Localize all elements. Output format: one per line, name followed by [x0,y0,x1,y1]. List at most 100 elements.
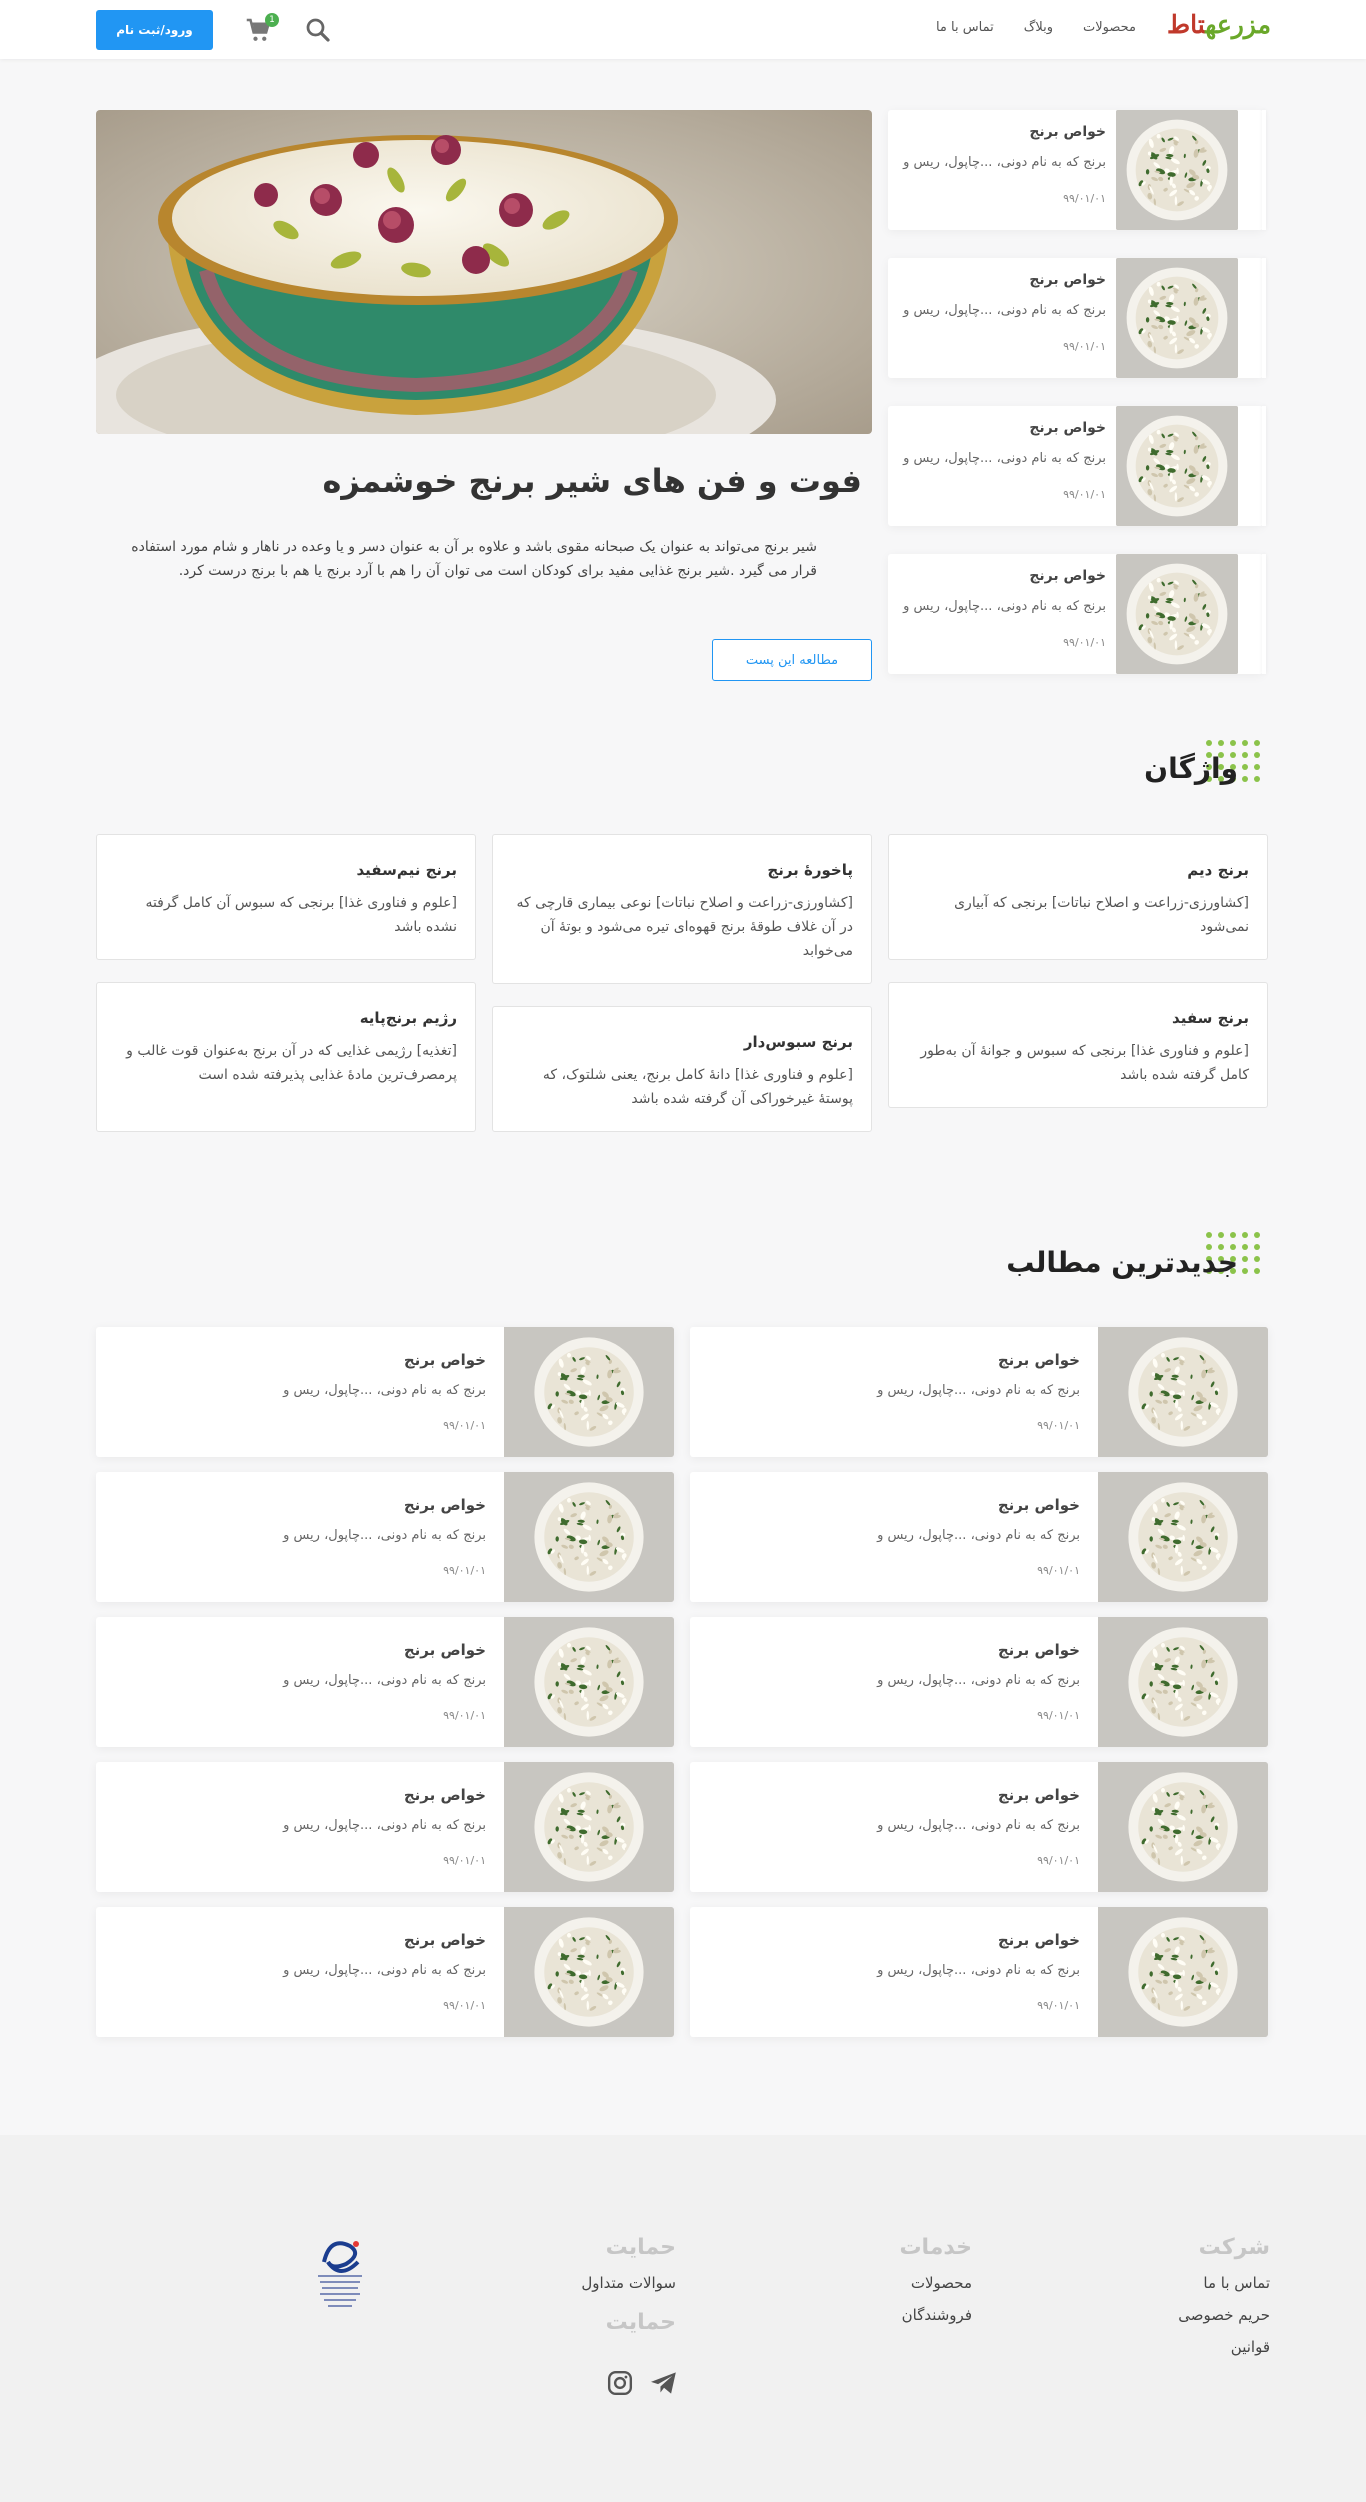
nav-contact[interactable]: تماس با ما [936,20,994,35]
footer-link-privacy[interactable]: حریم خصوصی [1178,2306,1270,2324]
post-thumbnail [1098,1762,1268,1892]
latest-post-card[interactable]: خواص برنج برنج که به نام دونی، ...چاپول، … [690,1762,1268,1892]
glossary-definition: [کشاورزی-زراعت و اصلاح نباتات] برنجی که … [954,895,1249,935]
hero-title[interactable]: فوت و فن های شیر برنج خوشمزه [323,462,862,500]
post-thumbnail [1116,110,1238,230]
nav-blog[interactable]: وبلاگ [1024,20,1053,35]
latest-post-card[interactable]: خواص برنج برنج که به نام دونی، ...چاپول، … [96,1472,674,1602]
footer-link-sellers[interactable]: فروشندگان [899,2306,972,2324]
footer-heading: شرکت [1198,2235,1270,2260]
glossary-definition: [علوم و فناوری غذا] برنجی که سبوس و جوان… [920,1043,1249,1083]
latest-post-card[interactable]: خواص برنج برنج که به نام دونی، ...چاپول، … [96,1907,674,2037]
glossary-definition: [علوم و فناوری غذا] دانهٔ کامل برنج، یعن… [542,1067,853,1107]
side-post-card[interactable]: خواص برنج برنج که به نام دونی، ...چاپول،… [888,110,1263,230]
side-post-card[interactable]: خواص برنج برنج که به نام دونی، ...چاپول،… [888,554,1263,674]
read-post-button[interactable]: مطالعه این پست [712,639,872,681]
latest-post-card[interactable]: خواص برنج برنج که به نام دونی، ...چاپول، … [96,1762,674,1892]
post-thumbnail [504,1907,674,2037]
instagram-icon[interactable] [607,2370,633,2400]
latest-post-card[interactable]: خواص برنج برنج که به نام دونی، ...چاپول، … [690,1617,1268,1747]
post-date: ۹۹/۰۱/۰۱ [443,1564,486,1577]
post-title[interactable]: خواص برنج [998,1641,1080,1659]
footer-heading: حمایت [605,2235,676,2260]
side-post-card[interactable]: خواص برنج برنج که به نام دونی، ...چاپول،… [888,406,1263,526]
post-date: ۹۹/۰۱/۰۱ [443,1999,486,2012]
post-title[interactable]: خواص برنج [1029,272,1106,288]
carousel-edge [1262,110,1266,230]
glossary-term: برنج سفید [1172,1009,1249,1027]
post-title[interactable]: خواص برنج [1029,420,1106,436]
nav-products[interactable]: محصولات [1083,20,1136,35]
post-title[interactable]: خواص برنج [1029,124,1106,140]
post-thumbnail [504,1327,674,1457]
glossary-definition: [تغذیه] رژیمی غذایی که در آن برنج به‌عنو… [126,1043,457,1083]
post-excerpt: برنج که به نام دونی، ...چاپول، ریس و [877,1673,1080,1688]
post-excerpt: برنج که به نام دونی، ...چاپول، ریس و [903,599,1106,614]
latest-post-card[interactable]: خواص برنج برنج که به نام دونی، ...چاپول، … [96,1617,674,1747]
post-date: ۹۹/۰۱/۰۱ [1063,192,1106,205]
post-title[interactable]: خواص برنج [404,1931,486,1949]
post-date: ۹۹/۰۱/۰۱ [1037,1709,1080,1722]
footer-services-column: خدمات محصولات فروشندگان [899,2235,972,2338]
latest-post-card[interactable]: خواص برنج برنج که به نام دونی، ...چاپول، … [690,1327,1268,1457]
post-title[interactable]: خواص برنج [1029,568,1106,584]
post-title[interactable]: خواص برنج [998,1351,1080,1369]
post-excerpt: برنج که به نام دونی، ...چاپول، ریس و [877,1818,1080,1833]
site-header: مزرعهتاط محصولات وبلاگ تماس با ما 1 ورود… [0,0,1366,59]
cart-button[interactable]: 1 [243,13,279,45]
post-thumbnail [1116,258,1238,378]
post-title[interactable]: خواص برنج [404,1641,486,1659]
social-icons [607,2370,679,2400]
glossary-card: برنج سبوس‌دار [علوم و فناوری غذا] دانهٔ … [492,1006,872,1132]
post-excerpt: برنج که به نام دونی، ...چاپول، ریس و [877,1383,1080,1398]
post-date: ۹۹/۰۱/۰۱ [1037,1854,1080,1867]
logo-text: مزرعه [1205,10,1272,39]
post-date: ۹۹/۰۱/۰۱ [1037,1999,1080,2012]
telegram-icon[interactable] [649,2370,679,2400]
post-date: ۹۹/۰۱/۰۱ [1063,340,1106,353]
post-thumbnail [504,1762,674,1892]
glossary-card: برنج سفید [علوم و فناوری غذا] برنجی که س… [888,982,1268,1108]
hero-description: شیر برنج می‌تواند به عنوان یک صبحانه مقو… [131,539,817,579]
enamad-trust-badge-logo[interactable] [310,2232,370,2316]
glossary-term: رژیم برنج‌پایه [359,1009,457,1027]
post-title[interactable]: خواص برنج [998,1931,1080,1949]
latest-post-card[interactable]: خواص برنج برنج که به نام دونی، ...چاپول، … [96,1327,674,1457]
hero-image[interactable] [96,110,872,434]
glossary-term: پاخورهٔ برنج [767,861,853,879]
cart-count-badge: 1 [265,13,279,27]
header-actions: 1 ورود/ثبت نام [96,10,333,50]
post-title[interactable]: خواص برنج [404,1496,486,1514]
post-title[interactable]: خواص برنج [404,1351,486,1369]
footer-link-products[interactable]: محصولات [899,2274,972,2292]
post-excerpt: برنج که به نام دونی، ...چاپول، ریس و [283,1528,486,1543]
site-footer [0,2135,1366,2502]
footer-link-contact[interactable]: تماس با ما [1178,2274,1270,2292]
site-logo[interactable]: مزرعهتاط [1167,10,1272,39]
post-date: ۹۹/۰۱/۰۱ [1063,636,1106,649]
post-title[interactable]: خواص برنج [404,1786,486,1804]
post-title[interactable]: خواص برنج [998,1786,1080,1804]
carousel-edge [1262,406,1266,526]
glossary-definition: [علوم و فناوری غذا] برنجی که سبوس آن کام… [145,895,457,935]
latest-post-card[interactable]: خواص برنج برنج که به نام دونی، ...چاپول، … [690,1907,1268,2037]
glossary-definition: [کشاورزی-زراعت و اصلاح نباتات] نوعی بیما… [516,895,853,959]
glossary-term: برنج نیم‌سفید [356,861,457,879]
login-register-button[interactable]: ورود/ثبت نام [96,10,213,50]
footer-link-faq[interactable]: سوالات متداول [581,2274,676,2292]
footer-link-rules[interactable]: قوانین [1178,2338,1270,2356]
glossary-term: برنج سبوس‌دار [743,1033,853,1051]
glossary-card: برنج نیم‌سفید [علوم و فناوری غذا] برنجی … [96,834,476,960]
footer-social-heading: حمایت [605,2310,676,2335]
post-thumbnail [1098,1907,1268,2037]
footer-company-column: شرکت تماس با ما حریم خصوصی قوانین [1178,2235,1270,2370]
side-post-card[interactable]: خواص برنج برنج که به نام دونی، ...چاپول،… [888,258,1263,378]
post-title[interactable]: خواص برنج [998,1496,1080,1514]
glossary-card: رژیم برنج‌پایه [تغذیه] رژیمی غذایی که در… [96,982,476,1132]
post-excerpt: برنج که به نام دونی، ...چاپول، ریس و [877,1528,1080,1543]
search-icon[interactable] [303,15,333,45]
carousel-edge [1262,554,1266,674]
post-excerpt: برنج که به نام دونی، ...چاپول، ریس و [903,155,1106,170]
post-date: ۹۹/۰۱/۰۱ [1037,1419,1080,1432]
latest-post-card[interactable]: خواص برنج برنج که به نام دونی، ...چاپول، … [690,1472,1268,1602]
